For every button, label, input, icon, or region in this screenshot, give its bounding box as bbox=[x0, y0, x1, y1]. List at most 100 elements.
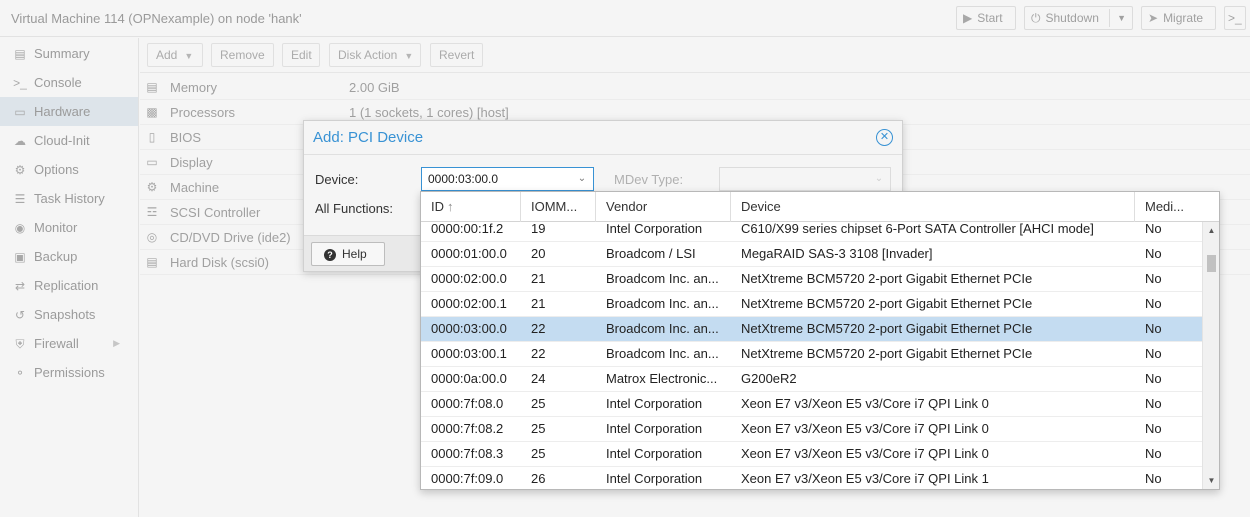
hardware-key: CD/DVD Drive (ide2) bbox=[170, 230, 291, 245]
cell-id: 0000:03:00.1 bbox=[431, 346, 507, 361]
help-button[interactable]: ? Help bbox=[311, 242, 385, 266]
sidebar-item-backup[interactable]: ▣ Backup bbox=[0, 242, 138, 271]
terminal-icon: >_ bbox=[13, 76, 27, 90]
sidebar-item-summary[interactable]: ▤ Summary bbox=[0, 39, 138, 68]
column-header-device[interactable]: Device bbox=[731, 192, 1135, 222]
edit-label: Edit bbox=[291, 48, 312, 62]
chevron-down-icon: ▼ bbox=[404, 51, 414, 61]
cell-mdev: No bbox=[1145, 421, 1162, 436]
picker-row[interactable]: 0000:7f:08.2 25 Intel Corporation Xeon E7 v… bbox=[421, 417, 1203, 442]
cell-vendor: Broadcom Inc. an... bbox=[606, 271, 719, 286]
edit-button[interactable]: Edit bbox=[282, 43, 320, 67]
scroll-up-icon[interactable]: ▲ bbox=[1203, 224, 1219, 238]
pci-device-picker: ID ↑ IOMM... Vendor Device Medi... 0000:0… bbox=[420, 191, 1220, 490]
start-button[interactable]: ▶ Start bbox=[956, 6, 1016, 30]
cell-device: NetXtreme BCM5720 2-port Gigabit Etherne… bbox=[741, 346, 1033, 361]
add-button[interactable]: Add ▼ bbox=[147, 43, 203, 67]
cell-iommu: 25 bbox=[531, 421, 546, 436]
sidebar-item-cloud-init[interactable]: ☁ Cloud-Init bbox=[0, 126, 138, 155]
picker-row[interactable]: 0000:7f:09.0 26 Intel Corporation Xeon E7 v… bbox=[421, 467, 1203, 489]
sidebar-item-options[interactable]: ⚙ Options bbox=[0, 155, 138, 184]
display-icon: ▭ bbox=[146, 155, 158, 169]
chevron-down-icon[interactable]: ⌄ bbox=[575, 168, 589, 190]
chevron-down-icon[interactable]: ▼ bbox=[1117, 7, 1126, 29]
sidebar-item-permissions[interactable]: ⚬ Permissions bbox=[0, 358, 138, 387]
cdrom-icon: ◎ bbox=[146, 230, 158, 244]
retweet-icon: ⇄ bbox=[14, 279, 26, 293]
picker-row[interactable]: 0000:03:00.1 22 Broadcom Inc. an... NetXtre… bbox=[421, 342, 1203, 367]
window-titlebar: Virtual Machine 114 (OPNexample) on node… bbox=[0, 0, 1250, 37]
chevron-down-icon: ⌄ bbox=[874, 173, 884, 184]
history-icon: ↺ bbox=[14, 308, 26, 322]
hardware-toolbar: Add ▼ Remove Edit Disk Action ▼ Revert bbox=[140, 38, 1250, 73]
cell-iommu: 24 bbox=[531, 371, 546, 386]
column-header-mdev[interactable]: Medi... bbox=[1135, 192, 1219, 222]
picker-row[interactable]: 0000:00:1f.2 19 Intel Corporation C610/X99 … bbox=[421, 223, 1203, 242]
cell-id: 0000:0a:00.0 bbox=[431, 371, 507, 386]
cell-mdev: No bbox=[1145, 396, 1162, 411]
cell-mdev: No bbox=[1145, 346, 1162, 361]
column-header-iommu[interactable]: IOMM... bbox=[521, 192, 596, 222]
scrollbar-thumb[interactable] bbox=[1207, 255, 1216, 272]
revert-button[interactable]: Revert bbox=[430, 43, 483, 67]
picker-row[interactable]: 0000:02:00.1 21 Broadcom Inc. an... NetXtre… bbox=[421, 292, 1203, 317]
picker-row[interactable]: 0000:03:00.0 22 Broadcom Inc. an... NetXtre… bbox=[421, 317, 1203, 342]
picker-row[interactable]: 0000:7f:08.3 25 Intel Corporation Xeon E7 v… bbox=[421, 442, 1203, 467]
play-icon: ▶ bbox=[963, 11, 973, 25]
column-header-label: Device bbox=[741, 199, 781, 214]
cell-id: 0000:02:00.1 bbox=[431, 296, 507, 311]
remove-label: Remove bbox=[220, 48, 265, 62]
vertical-scrollbar[interactable]: ▲ ▼ bbox=[1202, 222, 1219, 489]
cell-id: 0000:02:00.0 bbox=[431, 271, 507, 286]
sidebar-item-label: Snapshots bbox=[34, 307, 96, 322]
cell-mdev: No bbox=[1145, 223, 1162, 236]
cell-iommu: 25 bbox=[531, 396, 546, 411]
remove-button[interactable]: Remove bbox=[211, 43, 274, 67]
column-header-id[interactable]: ID ↑ bbox=[421, 192, 521, 222]
more-button[interactable]: >_ bbox=[1224, 6, 1246, 30]
cell-mdev: No bbox=[1145, 271, 1162, 286]
cell-device: G200eR2 bbox=[741, 371, 797, 386]
sidebar-item-monitor[interactable]: ◉ Monitor bbox=[0, 213, 138, 242]
cell-iommu: 22 bbox=[531, 321, 546, 336]
unlock-icon: ⚬ bbox=[14, 366, 26, 380]
mdev-type-combobox[interactable]: ⌄ bbox=[719, 167, 891, 191]
book-icon: ▤ bbox=[14, 47, 26, 61]
cell-device: NetXtreme BCM5720 2-port Gigabit Etherne… bbox=[741, 271, 1033, 286]
cell-device: Xeon E7 v3/Xeon E5 v3/Core i7 QPI Link 0 bbox=[741, 421, 989, 436]
close-icon[interactable]: ✕ bbox=[876, 129, 893, 146]
disk-action-button[interactable]: Disk Action ▼ bbox=[329, 43, 421, 67]
picker-body: 0000:00:1f.2 19 Intel Corporation C610/X99 … bbox=[421, 223, 1203, 489]
picker-row[interactable]: 0000:01:00.0 20 Broadcom / LSI MegaRAID SAS… bbox=[421, 242, 1203, 267]
column-header-label: IOMM... bbox=[531, 199, 578, 214]
column-header-vendor[interactable]: Vendor bbox=[596, 192, 731, 222]
sidebar-item-label: Monitor bbox=[34, 220, 78, 235]
sidebar-item-replication[interactable]: ⇄ Replication bbox=[0, 271, 138, 300]
migrate-button[interactable]: ➤ Migrate bbox=[1141, 6, 1216, 30]
picker-row[interactable]: 0000:7f:08.0 25 Intel Corporation Xeon E7 v… bbox=[421, 392, 1203, 417]
dialog-header: Add: PCI Device ✕ bbox=[304, 121, 902, 155]
sidebar-item-console[interactable]: >_ Console bbox=[0, 68, 138, 97]
hardware-key: Processors bbox=[170, 105, 236, 120]
sidebar-item-hardware[interactable]: ▭ Hardware bbox=[0, 97, 138, 126]
cloud-icon: ☁ bbox=[14, 134, 26, 148]
chevron-right-icon: ▶ bbox=[113, 338, 120, 348]
device-combobox[interactable]: 0000:03:00.0 ⌄ bbox=[421, 167, 594, 191]
cell-id: 0000:01:00.0 bbox=[431, 246, 507, 261]
picker-row[interactable]: 0000:0a:00.0 24 Matrox Electronic... G200eR… bbox=[421, 367, 1203, 392]
shutdown-button[interactable]: ⏻ Shutdown ▼ bbox=[1024, 6, 1133, 30]
hardware-row-memory[interactable]: ▤ Memory 2.00 GiB bbox=[140, 75, 1250, 100]
cell-iommu: 21 bbox=[531, 296, 546, 311]
sidebar-item-label: Options bbox=[34, 162, 79, 177]
sidebar-item-snapshots[interactable]: ↺ Snapshots bbox=[0, 300, 138, 329]
sidebar-item-task-history[interactable]: ☰ Task History bbox=[0, 184, 138, 213]
hardware-key: Hard Disk (scsi0) bbox=[170, 255, 269, 270]
picker-row[interactable]: 0000:02:00.0 21 Broadcom Inc. an... NetXtre… bbox=[421, 267, 1203, 292]
cell-id: 0000:00:1f.2 bbox=[431, 223, 504, 236]
scroll-down-icon[interactable]: ▼ bbox=[1203, 474, 1219, 488]
sidebar-item-firewall[interactable]: ⛨ Firewall ▶ bbox=[0, 329, 138, 358]
hdd-icon: ▤ bbox=[146, 255, 158, 269]
help-label: Help bbox=[342, 247, 367, 261]
window-title: Virtual Machine 114 (OPNexample) on node… bbox=[11, 11, 302, 26]
sidebar-item-label: Replication bbox=[34, 278, 99, 293]
